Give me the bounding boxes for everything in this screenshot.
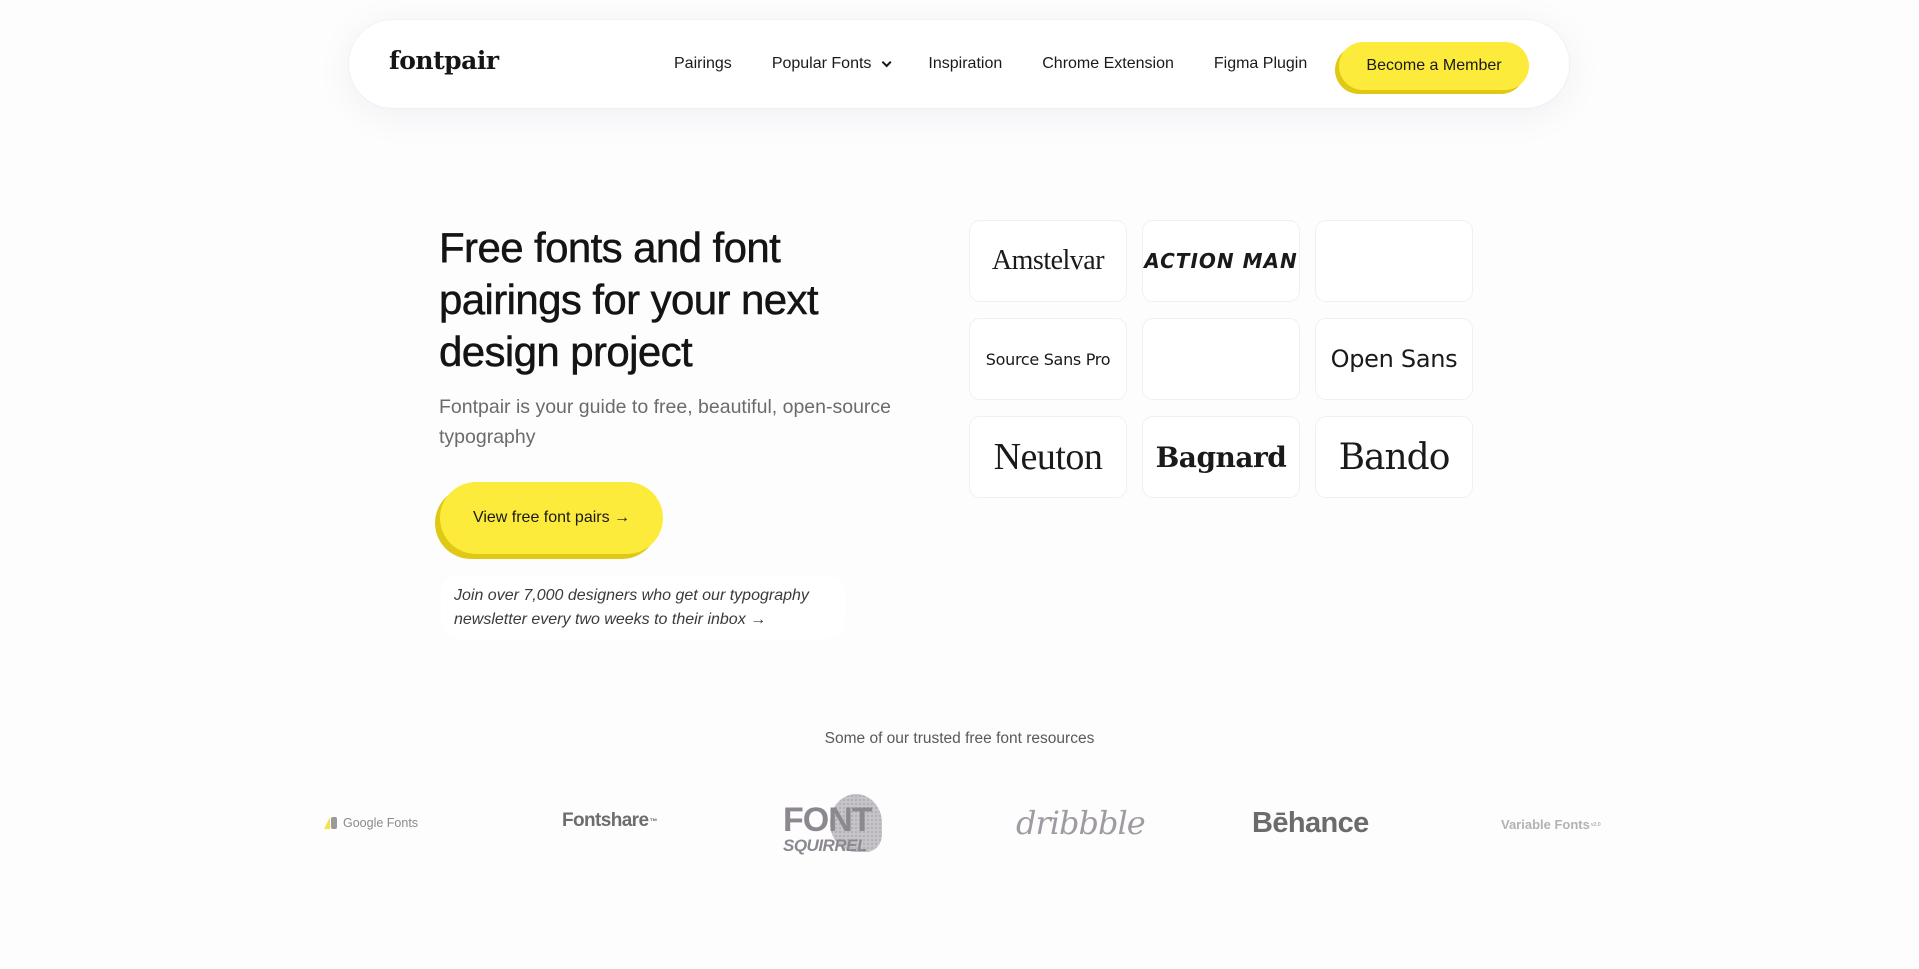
- version-mark: v2.0: [1590, 821, 1601, 828]
- font-card-action-man[interactable]: ACTION MAN: [1142, 220, 1300, 302]
- dribbble-logo[interactable]: dribbble: [1016, 804, 1146, 842]
- font-card-source-sans-pro[interactable]: Source Sans Pro: [969, 318, 1127, 400]
- google-fonts-icon: [324, 817, 337, 829]
- nav-link-figma-plugin[interactable]: Figma Plugin: [1214, 55, 1307, 73]
- resources-label: Some of our trusted free font resources: [824, 730, 1095, 747]
- logo-label: Bēhance: [1252, 807, 1369, 839]
- logo-label: Fontshare: [562, 810, 649, 831]
- logo-sublabel: SQUIRREL: [783, 836, 867, 855]
- font-card-bagnard[interactable]: Bagnard: [1142, 416, 1300, 498]
- font-card-empty[interactable]: [1315, 220, 1473, 302]
- font-card-empty[interactable]: [1142, 318, 1300, 400]
- logo-label: Variable Fonts: [1501, 817, 1590, 832]
- view-font-pairs-button[interactable]: View free font pairs →: [440, 482, 663, 554]
- fontpair-logo[interactable]: fontpair: [389, 46, 499, 75]
- font-card-bando[interactable]: Bando: [1315, 416, 1473, 498]
- fontshare-logo[interactable]: Fontshare ™: [562, 810, 657, 832]
- nav-link-label: Chrome Extension: [1042, 55, 1174, 72]
- become-member-button[interactable]: Become a Member: [1339, 42, 1529, 90]
- nav-link-inspiration[interactable]: Inspiration: [928, 55, 1002, 73]
- nav-link-label: Inspiration: [928, 55, 1003, 72]
- nav-link-label: Popular Fonts: [771, 55, 872, 72]
- nav-links: Pairings Popular Fonts Inspiration Chrom…: [674, 20, 1347, 108]
- nav-link-popular-fonts[interactable]: Popular Fonts: [771, 55, 892, 73]
- font-card-amstelvar[interactable]: Amstelvar: [969, 220, 1127, 302]
- nav-link-label: Pairings: [674, 55, 732, 72]
- hero-title: Free fonts and font pairings for your ne…: [439, 224, 819, 376]
- logo-label: Google Fonts: [343, 816, 419, 830]
- behance-logo[interactable]: Bēhance: [1252, 807, 1369, 840]
- font-card-open-sans[interactable]: Open Sans: [1315, 318, 1473, 400]
- nav-link-label: Figma Plugin: [1213, 55, 1308, 72]
- trademark-mark: ™: [649, 816, 657, 826]
- logo-label: FONT: [783, 801, 873, 839]
- logo-label: dribbble: [1016, 804, 1146, 842]
- font-card-neuton[interactable]: Neuton: [969, 416, 1127, 498]
- nav-link-pairings[interactable]: Pairings: [674, 55, 732, 73]
- nav-link-chrome-extension[interactable]: Chrome Extension: [1042, 55, 1174, 73]
- resources-logos: Google Fonts Fontshare ™ FONT SQUIRREL dr…: [0, 780, 1919, 880]
- top-nav: fontpair Pairings Popular Fonts Inspirat…: [349, 20, 1569, 108]
- google-fonts-logo[interactable]: Google Fonts: [324, 816, 418, 830]
- variable-fonts-logo[interactable]: Variable Fonts v2.0: [1501, 817, 1601, 832]
- font-squirrel-logo[interactable]: FONT SQUIRREL: [780, 790, 910, 870]
- chevron-down-icon: [882, 56, 892, 67]
- newsletter-link[interactable]: Join over 7,000 designers who get our ty…: [441, 575, 845, 639]
- hero-subtitle: Fontpair is your guide to free, beautifu…: [439, 396, 892, 448]
- font-grid: Amstelvar ACTION MAN Source Sans Pro Ope…: [969, 220, 1473, 498]
